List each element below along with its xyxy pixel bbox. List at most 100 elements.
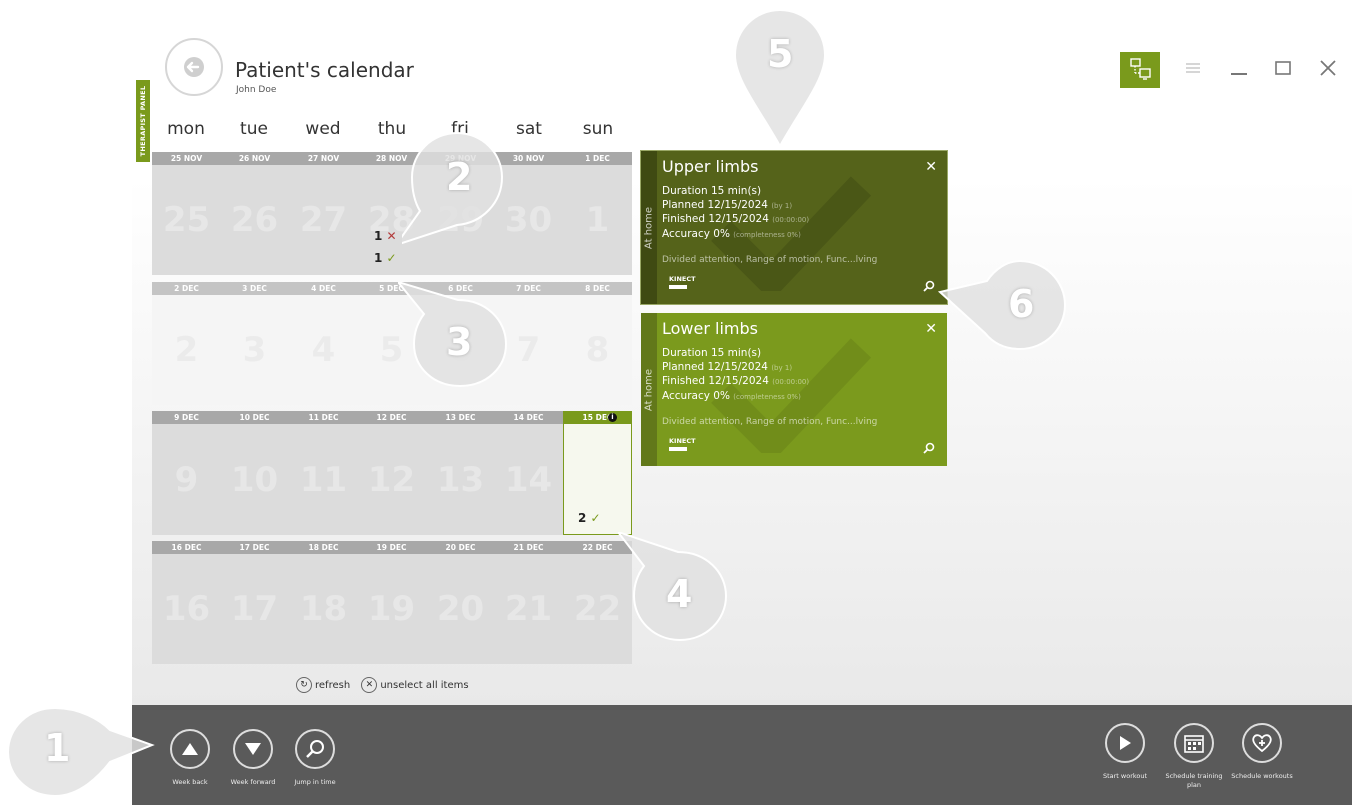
magnifier-icon[interactable] [923,280,935,292]
settings-button[interactable] [1184,60,1202,80]
calendar-day-cell[interactable]: 3 DEC 3 [220,282,289,405]
calendar-day-cell[interactable]: 27 NOV 27 [289,152,358,275]
day-body: 9 [152,424,221,535]
monitor-icon [1130,58,1151,80]
day-body: 14 [494,424,563,535]
calendar-actions: ↻ refresh ✕ unselect all items [296,677,477,693]
day-header-sun: sun [582,119,614,139]
monitor-toggle-button[interactable] [1120,52,1160,88]
close-button[interactable] [1319,60,1337,80]
therapist-panel-label: THERAPIST PANEL [139,85,147,157]
refresh-label: refresh [315,680,351,691]
week-forward-button[interactable] [233,729,273,769]
kinect-label: KINECT [669,275,696,283]
unselect-label: unselect all items [380,680,469,691]
card-planned-note: (by 1) [771,363,793,372]
start-workout-button[interactable] [1105,723,1145,763]
callout-pin-4: 4 [615,530,738,651]
day-body: 2 [152,295,221,405]
schedule-training-plan-button[interactable] [1174,723,1214,763]
calendar-day-cell[interactable]: 8 DEC 8 [563,282,632,405]
day-header-wed: wed [305,119,341,139]
calendar-day-cell[interactable]: 16 DEC 16 [152,541,221,664]
calendar-day-cell[interactable]: 2 DEC 2 [152,282,221,405]
calendar-day-cell[interactable]: 18 DEC 18 [289,541,358,664]
day-body: 27 [289,165,358,275]
day-body: 4 [289,295,358,405]
workout-card[interactable]: At home Lower limbs ✕ Duration 15 min(s)… [641,313,947,466]
day-date-label: 3 DEC [220,282,289,295]
workout-card[interactable]: At home Upper limbs ✕ Duration 15 min(s)… [640,150,948,305]
check-icon: ✓ [590,511,601,525]
minimize-icon [1231,73,1247,75]
day-body: 11 [289,424,358,535]
therapist-panel-tab[interactable]: THERAPIST PANEL [136,80,150,162]
calendar-day-cell[interactable]: 14 DEC 14 [494,411,563,535]
magnifier-icon [306,740,324,758]
day-number: 21 [504,589,553,629]
calendar-day-cell[interactable]: 17 DEC 17 [220,541,289,664]
schedule-workouts-label: Schedule workouts [1231,772,1293,780]
today-done-value: 2 [578,511,587,525]
callout-pin-1: 1 [0,700,160,809]
refresh-link[interactable]: ↻ refresh [296,677,350,693]
day-date-label: 27 NOV [289,152,358,165]
jump-in-time-button[interactable] [295,729,335,769]
callout-number: 2 [446,155,473,199]
close-icon[interactable]: ✕ [925,159,937,175]
day-number: 20 [436,589,485,629]
day-date-label: 20 DEC [426,541,495,554]
day-date-label: 4 DEC [289,282,358,295]
card-duration: Duration 15 min(s) [662,347,762,359]
day-header-tue: tue [240,119,268,139]
week-back-button[interactable] [170,729,210,769]
card-details: Duration 15 min(s) Planned 12/15/2024 (b… [662,347,809,404]
pin-shape [937,259,1067,351]
calendar-day-cell[interactable]: 20 DEC 20 [426,541,495,664]
pin-shape [6,706,155,798]
calendar-day-cell[interactable]: 12 DEC 12 [357,411,426,535]
back-button[interactable] [165,38,223,96]
calendar-day-cell[interactable]: 1 DEC 1 [563,152,632,275]
card-duration: Duration 15 min(s) [662,185,762,197]
calendar-day-cell[interactable]: 19 DEC 19 [357,541,426,664]
calendar-day-cell[interactable]: 11 DEC 11 [289,411,358,535]
minimize-button[interactable] [1230,60,1248,80]
info-icon[interactable]: i [608,413,617,422]
heart-plus-icon [1252,734,1272,753]
calendar-day-cell[interactable]: 21 DEC 21 [494,541,563,664]
day-date-label: 21 DEC [494,541,563,554]
kinect-icon [669,447,687,451]
schedule-workouts-button[interactable] [1242,723,1282,763]
day-body: 21 [494,554,563,664]
calendar-day-cell[interactable]: 26 NOV 26 [220,152,289,275]
kinect-label: KINECT [669,437,696,445]
day-header-mon: mon [167,119,205,139]
day-date-label: 1 DEC [563,152,632,165]
calendar-day-cell[interactable]: 13 DEC 13 [426,411,495,535]
day-number: 2 [174,330,199,370]
today-done-count: 2 ✓ [578,511,601,525]
day-date-label: 11 DEC [289,411,358,424]
card-tags: Divided attention, Range of motion, Func… [662,417,878,427]
callout-pin-2: 2 [393,125,512,259]
day-date-label: 18 DEC [289,541,358,554]
day-number: 8 [585,330,610,370]
day-number: 27 [299,200,348,240]
calendar-day-cell[interactable]: 10 DEC 10 [220,411,289,535]
card-accuracy: Accuracy 0% [662,227,730,240]
day-number: 4 [311,330,336,370]
calendar-day-cell[interactable]: 4 DEC 4 [289,282,358,405]
failed-count: 1 ✕ [374,229,397,243]
arrow-left-icon [184,57,204,77]
day-number: 25 [162,200,211,240]
magnifier-icon[interactable] [923,442,935,454]
day-body: 18 [289,554,358,664]
day-number: 13 [436,459,485,500]
calendar-day-cell[interactable]: 25 NOV 25 [152,152,221,275]
calendar-day-cell[interactable]: 9 DEC 9 [152,411,221,535]
day-body: 26 [220,165,289,275]
maximize-button[interactable] [1274,60,1292,80]
calendar-icon [1184,735,1204,753]
unselect-link[interactable]: ✕ unselect all items [361,677,469,693]
